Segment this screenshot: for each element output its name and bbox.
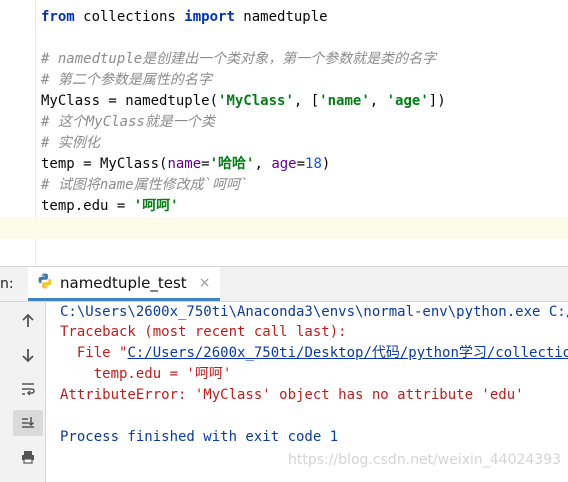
- keyword-from: from: [41, 9, 75, 25]
- console-line-source: temp.edu = '呵呵': [60, 366, 232, 382]
- up-arrow-icon[interactable]: [13, 308, 43, 334]
- console-line-error: AttributeError: 'MyClass' object has no …: [60, 387, 524, 403]
- code-area[interactable]: from collections import namedtuple # nam…: [41, 7, 446, 217]
- down-arrow-icon[interactable]: [13, 342, 43, 368]
- string-literal: 'MyClass': [218, 93, 294, 109]
- file-prefix: File ": [60, 345, 128, 361]
- code-line-1: from collections import namedtuple: [41, 7, 446, 28]
- console-line-command: C:\Users\2600x_750ti\Anaconda3\envs\norm…: [60, 304, 568, 320]
- code-text: MyClass = namedtuple(: [41, 93, 219, 109]
- code-line-8: temp = MyClass(name='哈哈', age=18): [41, 154, 446, 175]
- file-link[interactable]: C:/Users/2600x_750ti/Desktop/代码/python学习…: [127, 345, 568, 361]
- code-editor[interactable]: from collections import namedtuple # nam…: [0, 0, 568, 266]
- console-line-file: File "C:/Users/2600x_750ti/Desktop/代码/py…: [60, 343, 568, 364]
- string-literal: '哈哈': [209, 156, 255, 172]
- code-line-9: # 试图将name属性修改成`呵呵`: [41, 177, 249, 193]
- imported-name: namedtuple: [234, 9, 328, 25]
- code-line-5: MyClass = namedtuple('MyClass', ['name',…: [41, 91, 446, 112]
- soft-wrap-icon[interactable]: [13, 376, 43, 402]
- tab-label: namedtuple_test: [60, 273, 187, 292]
- code-line-10: temp.edu = '呵呵': [41, 196, 446, 217]
- number-literal: 18: [305, 156, 322, 172]
- watermark: https://blog.csdn.net/weixin_44024393: [288, 452, 562, 468]
- run-toolbar: [0, 302, 46, 482]
- code-text: ]): [428, 93, 446, 109]
- print-icon[interactable]: [13, 444, 43, 470]
- string-literal: 'name': [319, 93, 370, 109]
- scroll-to-end-icon[interactable]: [13, 410, 43, 436]
- code-text: temp.edu =: [41, 198, 134, 214]
- current-line-highlight: [0, 217, 568, 239]
- code-text: ,: [254, 156, 272, 172]
- code-text: , [: [293, 93, 320, 109]
- code-line-3: # namedtuple是创建出一个类对象，第一个参数就是类的名字: [41, 51, 437, 67]
- run-label: n:: [0, 276, 14, 292]
- code-text: =: [201, 156, 210, 172]
- keyword-argument: age: [271, 156, 297, 172]
- code-text: ,: [369, 93, 387, 109]
- code-text: =: [296, 156, 306, 172]
- run-tool-window-header: n: namedtuple_test ×: [0, 266, 568, 302]
- python-icon: [36, 272, 54, 294]
- code-text: temp = MyClass(: [41, 156, 168, 172]
- string-literal: '呵呵': [133, 198, 179, 214]
- code-text: ): [321, 156, 331, 172]
- close-tab-icon[interactable]: ×: [199, 275, 211, 291]
- keyword-import: import: [184, 9, 235, 25]
- code-line-6: # 这个MyClass就是一个类: [41, 114, 215, 130]
- console-line-traceback: Traceback (most recent call last):: [60, 324, 347, 340]
- module-name: collections: [74, 9, 185, 25]
- code-line-4: # 第二个参数是属性的名字: [41, 72, 212, 88]
- run-tab-namedtuple-test[interactable]: namedtuple_test ×: [28, 267, 221, 301]
- console-line-exit: Process finished with exit code 1: [60, 429, 339, 445]
- keyword-argument: name: [167, 156, 202, 172]
- string-literal: 'age': [386, 93, 429, 109]
- code-line-7: # 实例化: [41, 135, 100, 151]
